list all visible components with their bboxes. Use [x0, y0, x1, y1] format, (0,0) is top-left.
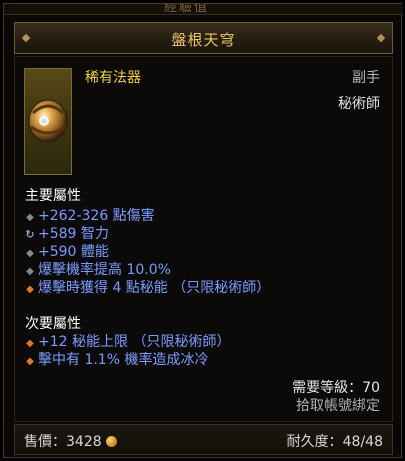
primary-attributes-title: 主要屬性 [25, 188, 81, 204]
top-strip: 經驗值 [4, 4, 403, 15]
sell-price-text: 售價：3428 [24, 434, 102, 450]
stat-text: 擊中有 1.1% 機率造成冰冷 [38, 352, 209, 368]
item-footer: 售價：3428 耐久度：48/48 [14, 424, 393, 455]
orange-diamond-icon: ◆ [26, 284, 34, 295]
primary-stat-vitality: ◆ +590 體能 [25, 241, 109, 261]
top-strip-text: 經驗值 [164, 4, 210, 15]
grey-diamond-icon: ◆ [26, 212, 34, 223]
secondary-stat-max-arcane: ◆ +12 秘能上限 （只限秘術師） [25, 331, 230, 351]
item-icon [24, 68, 72, 175]
secondary-attributes-title: 次要屬性 [25, 316, 81, 332]
stat-text: +12 秘能上限 （只限秘術師） [38, 334, 231, 350]
orange-diamond-icon: ◆ [26, 356, 34, 367]
primary-stat-crit-chance: ◆ 爆擊機率提高 10.0% [25, 259, 171, 279]
item-slot: 副手 [352, 70, 380, 86]
item-body: 稀有法器 副手 秘術師 主要屬性 ◆ +262-326 點傷害 ↻ +589 智力 … [14, 56, 393, 422]
required-level: 需要等級：70 [292, 380, 380, 396]
durability: 耐久度：48/48 [286, 434, 383, 450]
item-tooltip: 經驗值 盤根天穹 稀有法器 副手 秘術師 主要屬性 ◆ +262-326 點傷害… [3, 3, 403, 458]
grey-diamond-icon: ◆ [26, 248, 34, 259]
stat-text: +590 體能 [38, 244, 109, 260]
cycle-icon: ↻ [25, 228, 35, 241]
account-bound-label: 拾取帳號綁定 [296, 398, 380, 414]
gold-coin-icon [105, 436, 117, 447]
orange-diamond-icon: ◆ [26, 338, 34, 349]
item-name: 盤根天穹 [171, 31, 236, 49]
item-title-bar: 盤根天穹 [14, 22, 393, 54]
primary-stat-arcane-on-crit: ◆ 爆擊時獲得 4 點秘能 （只限秘術師） [25, 277, 270, 297]
secondary-stat-chill-chance: ◆ 擊中有 1.1% 機率造成冰冷 [25, 349, 208, 369]
stat-text: +262-326 點傷害 [38, 208, 155, 224]
stat-text: 爆擊機率提高 10.0% [38, 262, 171, 278]
item-class: 秘術師 [338, 96, 380, 112]
stat-text: 爆擊時獲得 4 點秘能 （只限秘術師） [38, 280, 271, 296]
item-rarity: 稀有法器 [85, 70, 141, 86]
orb-icon [28, 99, 68, 143]
primary-stat-damage: ◆ +262-326 點傷害 [25, 205, 155, 225]
primary-stat-intelligence: ↻ +589 智力 [25, 223, 109, 243]
sell-price: 售價：3428 [24, 431, 117, 451]
grey-diamond-icon: ◆ [26, 266, 34, 277]
stat-text: +589 智力 [38, 226, 109, 242]
